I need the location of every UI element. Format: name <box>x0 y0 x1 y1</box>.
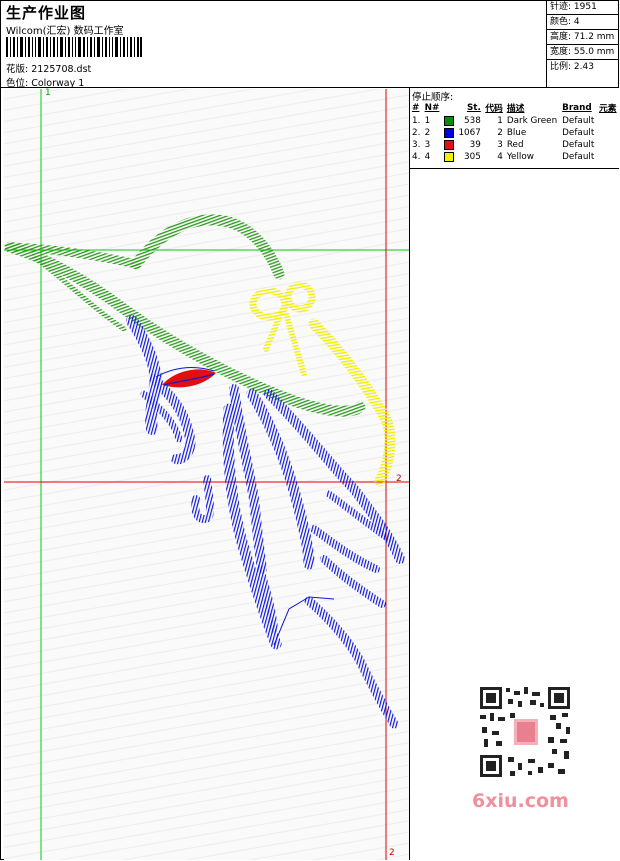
stat-width: 宽度: 55.0 mm <box>547 45 619 60</box>
row-brand: Default <box>562 152 595 162</box>
row-n: 1 <box>424 116 431 126</box>
design-stats: 针迹: 1951 颜色: 4 高度: 71.2 mm 宽度: 55.0 mm 比… <box>546 0 619 88</box>
row-st: 305 <box>464 152 481 162</box>
design-preview <box>4 89 409 860</box>
row-brand: Default <box>562 116 595 126</box>
watermark-text: 6xiu.com <box>472 790 569 812</box>
color-swatch <box>443 115 454 126</box>
guide-label-v2: 2 <box>389 848 395 858</box>
row-num: 1. <box>412 116 421 126</box>
colorway-label: 色位: Colorway 1 <box>6 78 85 89</box>
col-brand: Brand <box>562 102 592 113</box>
row-brand: Default <box>562 140 595 150</box>
col-n: N# <box>424 102 440 113</box>
stat-height: 高度: 71.2 mm <box>547 30 619 45</box>
col-num: # <box>412 102 420 113</box>
col-desc: 描述 <box>506 104 525 114</box>
embroidery-drawing <box>4 89 409 860</box>
col-code: 代码 <box>485 104 503 114</box>
color-swatch <box>443 127 454 138</box>
row-code: 4 <box>497 152 503 162</box>
color-table-header: # N# St. 代码 描述 Brand 元素 <box>410 100 619 115</box>
stat-stitches: 针迹: 1951 <box>547 0 619 15</box>
color-swatch <box>443 139 454 150</box>
qr-code <box>470 683 580 783</box>
design-file-label: 花版: 2125708.dst <box>6 64 92 75</box>
panel-divider <box>410 168 619 169</box>
row-desc: Yellow <box>506 152 534 162</box>
row-num: 3. <box>412 140 421 150</box>
row-st: 39 <box>469 140 481 150</box>
table-row: 2. 2 1067 2 Blue Default <box>410 127 619 139</box>
row-st: 1067 <box>458 128 481 138</box>
studio-name: Wilcom(汇宏) 数码工作室 <box>6 26 124 37</box>
color-table: # N# St. 代码 描述 Brand 元素 1. 1 538 1 Dark … <box>410 100 619 163</box>
row-st: 538 <box>464 116 481 126</box>
worksheet-title: 生产作业图 <box>6 4 87 22</box>
row-desc: Red <box>506 140 524 150</box>
barcode <box>6 37 142 57</box>
row-num: 4. <box>412 152 421 162</box>
row-code: 1 <box>497 116 503 126</box>
row-desc: Blue <box>506 128 527 138</box>
stat-scale: 比例: 2.43 <box>550 62 594 72</box>
col-swatch <box>442 100 456 115</box>
guide-label-v1: 1 <box>45 88 51 98</box>
red-lips-stitches <box>162 369 216 388</box>
table-row: 3. 3 39 3 Red Default <box>410 139 619 151</box>
row-n: 4 <box>424 152 431 162</box>
guide-label-h2: 2 <box>396 474 402 484</box>
row-code: 2 <box>497 128 503 138</box>
col-element: 元素 <box>598 104 617 114</box>
row-num: 2. <box>412 128 421 138</box>
row-n: 3 <box>424 140 431 150</box>
row-n: 2 <box>424 128 431 138</box>
row-code: 3 <box>497 140 503 150</box>
table-row: 1. 1 538 1 Dark Green Default <box>410 115 619 127</box>
col-st: St. <box>466 102 481 113</box>
color-swatch <box>443 151 454 162</box>
worksheet-header: 生产作业图 Wilcom(汇宏) 数码工作室 花版: 2125708.dst 色… <box>0 0 619 89</box>
row-brand: Default <box>562 128 595 138</box>
table-row: 4. 4 305 4 Yellow Default <box>410 151 619 163</box>
row-desc: Dark Green <box>506 116 558 126</box>
stat-colors: 颜色: 4 <box>547 15 619 30</box>
